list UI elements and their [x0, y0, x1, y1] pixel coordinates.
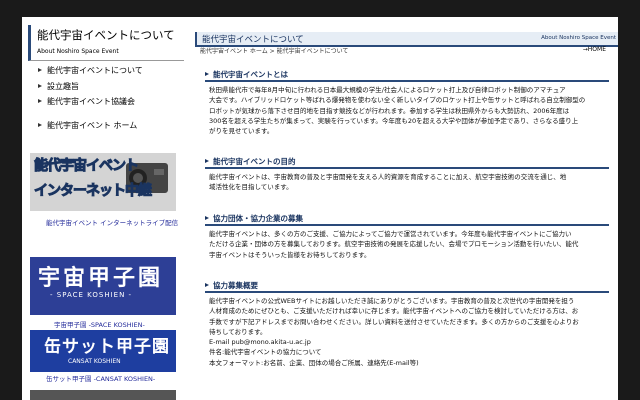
main-content: 能代宇宙イベントについて About Noshiro Space Event 能…	[195, 17, 618, 400]
banner-partial[interactable]	[30, 390, 176, 400]
section-body-outline: 能代宇宙イベントの公式WEBサイトにお越しいただき誠にありがとうございます。宇宙…	[209, 296, 611, 368]
section-heading-text: 能代宇宙イベントの目的	[213, 157, 296, 166]
sidebar-title: 能代宇宙イベントについて	[37, 28, 175, 42]
body-line: 待ちしております。	[209, 327, 267, 336]
sidebar-title-block: 能代宇宙イベントについて About Noshiro Space Event	[28, 25, 184, 61]
banner-live-caption[interactable]: 能代宇宙イベント インターネットライブ配信	[46, 217, 178, 227]
nav-item-label: 能代宇宙イベント ホーム	[47, 121, 138, 130]
main-header: 能代宇宙イベントについて About Noshiro Space Event	[195, 32, 618, 47]
banner-internet-live[interactable]: 能代宇宙イベント インターネット中継	[30, 153, 176, 211]
nav-item-purpose[interactable]: 設立趣旨	[38, 81, 79, 92]
format-line: 本文フォーマット:お名前、企業、団体の場合ご所属、連絡先(E-mail等)	[209, 358, 419, 367]
breadcrumb-home-link[interactable]: 能代宇宙イベント ホーム	[200, 48, 268, 55]
banner-cansat-koshien[interactable]: 缶サット甲子園 CANSAT KOSHIEN	[30, 330, 176, 372]
main-title-english: About Noshiro Space Event	[541, 35, 616, 41]
section-body-about: 秋田県能代市で毎年8月中旬に行われる日本最大規模の学生/社会人によるロケット打上…	[209, 85, 611, 136]
section-heading-purpose: 能代宇宙イベントの目的	[205, 156, 609, 169]
triangle-icon	[205, 72, 209, 76]
banner-space-koshien[interactable]: 宇宙甲子園 - SPACE KOSHIEN -	[30, 257, 176, 315]
email-link[interactable]: pub@mono.akita-u.ac.jp	[231, 338, 310, 346]
section-body-recruit: 能代宇宙イベントは、多くの方のご支援、ご協力によってご協力で運営されています。今…	[209, 229, 611, 260]
bullet-icon	[38, 68, 42, 72]
body-line: ただける企業・団体の方を募集しております。航空宇宙技術の発展を応援したい、会場で…	[209, 240, 579, 249]
section-heading-text: 協力募集概要	[213, 281, 258, 290]
body-line: 大会です。ハイブリッドロケット等ばれる爆発物を使わない全く新しいタイプのロケット…	[209, 96, 586, 105]
sidebar-subtitle: About Noshiro Space Event	[37, 48, 119, 55]
body-line: 域活性化を目指しています。	[209, 183, 293, 192]
banner-live-line2: インターネット中継	[34, 183, 153, 200]
triangle-icon	[205, 159, 209, 163]
sidebar: 能代宇宙イベントについて About Noshiro Space Event 能…	[22, 17, 187, 400]
body-line: 能代宇宙イベントは、多くの方のご支援、ご協力によってご協力で運営されています。今…	[209, 230, 572, 238]
body-line: 能代宇宙イベントの公式WEBサイトにお越しいただき誠にありがとうございます。宇宙…	[209, 297, 575, 305]
nav-item-home[interactable]: 能代宇宙イベント ホーム	[38, 120, 137, 131]
banner-cansat-line1: 缶サット甲子園	[44, 337, 170, 357]
bullet-icon	[38, 99, 42, 103]
triangle-icon	[205, 216, 209, 220]
banner-koshien-caption[interactable]: 宇宙甲子園 -SPACE KOSHIEN-	[54, 319, 145, 329]
page: 能代宇宙イベントについて About Noshiro Space Event 能…	[22, 17, 618, 400]
body-line: がりを見せています。	[209, 127, 274, 136]
section-heading-text: 協力団体・協力企業の募集	[213, 214, 303, 223]
email-label: E-mail	[209, 338, 232, 347]
section-heading-about: 能代宇宙イベントとは	[205, 69, 609, 82]
body-line: 秋田県能代市で毎年8月中旬に行われる日本最大規模の学生/社会人によるロケット打上…	[209, 86, 566, 94]
body-line: 人材育成のためにぜひとも、ご支援いただければ幸いに存じます。能代宇宙イベントへの…	[209, 307, 579, 316]
nav-item-label: 設立趣旨	[47, 82, 79, 91]
banner-koshien-line2: - SPACE KOSHIEN -	[50, 291, 133, 299]
banner-live-line1: 能代宇宙イベント	[34, 158, 140, 175]
section-heading-outline: 協力募集概要	[205, 280, 609, 293]
nav-item-council[interactable]: 能代宇宙イベント協議会	[38, 96, 135, 107]
nav-item-label: 能代宇宙イベント協議会	[47, 97, 135, 106]
breadcrumb-separator: >	[267, 48, 277, 55]
nav-item-label: 能代宇宙イベントについて	[47, 66, 143, 75]
banner-koshien-line1: 宇宙甲子園	[38, 266, 164, 291]
main-title: 能代宇宙イベントについて	[202, 35, 304, 45]
home-link[interactable]: →HOME	[583, 46, 606, 53]
section-body-purpose: 能代宇宙イベントは、宇宙教育の普及と宇宙開発を支える人的資源を育成することに加え…	[209, 172, 611, 193]
banner-cansat-line2: CANSAT KOSHIEN	[68, 358, 121, 365]
body-line: 手数ですが下記アドレスまでお問い合わせください。詳しい資料を送付させていただきま…	[209, 317, 579, 326]
banner-cansat-caption[interactable]: 缶サット甲子園 -CANSAT KOSHIEN-	[46, 373, 155, 383]
bullet-icon	[38, 84, 42, 88]
section-heading-recruit: 協力団体・協力企業の募集	[205, 213, 609, 226]
email-line: E-mail pub@mono.akita-u.ac.jp	[209, 337, 611, 347]
body-line: ロボットが気球から落下させ目的地を目指す競技などが行われます。参加する学生は秋田…	[209, 106, 570, 115]
triangle-icon	[205, 283, 209, 287]
body-line: 300名を超える学生たちが集まって、実験を行っています。今年度も20を超える大学…	[209, 116, 579, 125]
breadcrumb: 能代宇宙イベント ホーム > 能代宇宙イベントについて	[200, 46, 348, 55]
nav-item-about[interactable]: 能代宇宙イベントについて	[38, 65, 143, 76]
bullet-icon	[38, 123, 42, 127]
breadcrumb-current: 能代宇宙イベントについて	[276, 48, 349, 55]
subject-line: 件名:能代宇宙イベントの協力について	[209, 348, 322, 357]
body-line: 能代宇宙イベントは、宇宙教育の普及と宇宙開発を支える人的資源を育成することに加え…	[209, 173, 567, 181]
body-line: 宇宙イベントはそういった皆様をお待ちしております。	[209, 250, 371, 259]
section-heading-text: 能代宇宙イベントとは	[213, 70, 288, 79]
